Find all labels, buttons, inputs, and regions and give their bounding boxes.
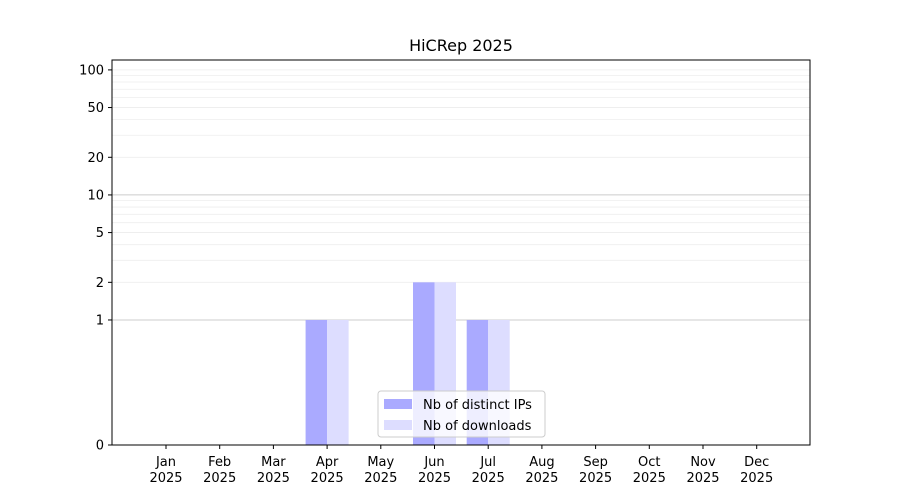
x-tick-label: May (367, 455, 394, 470)
x-tick-label: Sep (583, 455, 608, 470)
legend-label: Nb of downloads (423, 419, 532, 434)
legend-swatch (384, 399, 412, 409)
bar (327, 319, 349, 445)
x-tick-year-label: 2025 (418, 471, 451, 486)
bar (305, 319, 328, 445)
y-axis: 0 1 2 5 10 20 50 100 (79, 63, 112, 454)
x-tick-label: Feb (208, 455, 231, 470)
x-tick-year-label: 2025 (740, 471, 773, 486)
x-tick-label: Jun (423, 455, 444, 470)
x-tick-label: Oct (638, 455, 660, 470)
y-tick-label: 100 (79, 63, 104, 78)
legend-swatch (384, 420, 412, 430)
x-tick-year-label: 2025 (579, 471, 612, 486)
x-tick-label: Nov (690, 455, 716, 470)
y-tick-label: 20 (87, 151, 104, 166)
x-tick-label: Apr (316, 455, 339, 470)
x-tick-year-label: 2025 (525, 471, 558, 486)
y-tick-label: 0 (96, 439, 104, 454)
x-tick-year-label: 2025 (311, 471, 344, 486)
plot-frame (111, 59, 811, 446)
grid-layer (112, 69, 810, 321)
y-tick-label: 2 (96, 276, 104, 291)
y-tick-label: 1 (96, 313, 104, 328)
x-tick-label: Jul (479, 455, 496, 470)
x-tick-label: Aug (529, 455, 554, 470)
x-tick-year-label: 2025 (149, 471, 182, 486)
x-tick-year-label: 2025 (686, 471, 719, 486)
x-axis: Jan2025Feb2025Mar2025Apr2025May2025Jun20… (149, 445, 773, 486)
y-tick-label: 50 (87, 101, 104, 116)
x-tick-year-label: 2025 (203, 471, 236, 486)
x-tick-label: Mar (261, 455, 286, 470)
x-tick-label: Jan (155, 455, 176, 470)
legend: Nb of distinct IPs Nb of downloads (377, 390, 546, 438)
x-tick-year-label: 2025 (472, 471, 505, 486)
y-tick-label: 5 (96, 226, 104, 241)
x-tick-year-label: 2025 (633, 471, 666, 486)
chart: 0125102050100 Jan2025Feb2025Mar2025Apr20… (79, 36, 811, 486)
y-tick-label: 10 (87, 188, 104, 203)
x-tick-label: Dec (744, 455, 769, 470)
x-tick-year-label: 2025 (257, 471, 290, 486)
chart-title: HiCRep 2025 (409, 36, 513, 55)
x-tick-year-label: 2025 (364, 471, 397, 486)
legend-label: Nb of distinct IPs (423, 398, 532, 413)
